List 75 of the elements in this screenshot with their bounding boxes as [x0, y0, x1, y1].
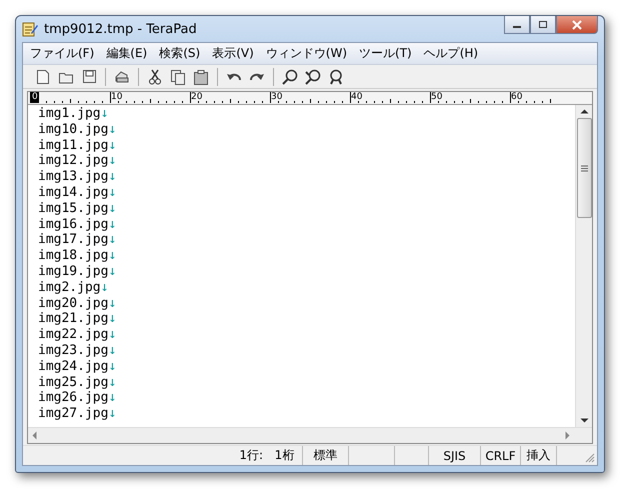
text-line: img19.jpg [38, 264, 108, 279]
line-position: 1行: [238, 447, 264, 464]
menu-item[interactable]: 検索(S) [154, 45, 206, 62]
text-line: img15.jpg [38, 200, 108, 216]
mode-indicator: 標準 [303, 446, 349, 465]
text-line: img11.jpg [38, 138, 108, 153]
ruler-number: 60 [511, 92, 522, 103]
text-line: img13.jpg [38, 169, 108, 184]
text-line: img2.jpg [38, 280, 101, 295]
minimize-button[interactable] [504, 16, 530, 34]
line-end-mark: ↓ [108, 169, 116, 184]
line-end-mark: ↓ [108, 232, 116, 248]
newline-indicator: CRLF [481, 446, 521, 465]
ruler-number: 10 [111, 92, 122, 103]
line-end-mark: ↓ [108, 184, 116, 200]
ruler-number: 20 [191, 92, 202, 103]
text-line: img21.jpg [38, 311, 108, 326]
line-end-mark: ↓ [108, 342, 116, 358]
line-end-mark: ↓ [108, 216, 116, 232]
window-title: tmp9012.tmp - TeraPad [44, 22, 197, 36]
text-line: img23.jpg [38, 342, 108, 358]
menu-item[interactable]: ヘルプ(H) [418, 45, 484, 62]
scroll-up-icon[interactable] [580, 109, 588, 114]
resize-grip-icon[interactable] [585, 453, 595, 463]
text-line: img22.jpg [38, 327, 108, 342]
line-end-mark: ↓ [100, 280, 108, 295]
text-line: img27.jpg [38, 406, 108, 422]
menu-item[interactable]: 表示(V) [207, 45, 259, 62]
text-line: img16.jpg [38, 216, 108, 232]
line-end-mark: ↓ [108, 296, 116, 311]
encoding-indicator: SJIS [429, 446, 481, 465]
line-end-mark: ↓ [108, 122, 116, 137]
line-end-mark: ↓ [108, 248, 116, 264]
scroll-right-icon[interactable] [565, 431, 570, 440]
ruler-number: 30 [271, 92, 282, 103]
line-end-mark: ↓ [108, 153, 116, 168]
scroll-down-icon[interactable] [580, 418, 588, 423]
horizontal-scrollbar[interactable] [28, 427, 592, 443]
line-end-mark: ↓ [108, 390, 116, 406]
line-end-mark: ↓ [108, 358, 116, 374]
text-line: img18.jpg [38, 248, 108, 264]
text-line: img17.jpg [38, 232, 108, 248]
line-end-mark: ↓ [100, 106, 108, 121]
ruler-number: 40 [351, 92, 362, 103]
text-line: img12.jpg [38, 153, 108, 168]
menu-item[interactable]: ツール(T) [354, 45, 417, 62]
scroll-left-icon[interactable] [32, 431, 37, 440]
maximize-button[interactable] [530, 16, 556, 34]
line-end-mark: ↓ [108, 311, 116, 326]
text-line: img26.jpg [38, 390, 108, 406]
input-mode-indicator: 挿入 [521, 446, 557, 465]
menu-item[interactable]: 編集(E) [101, 45, 152, 62]
scroll-thumb[interactable] [576, 118, 592, 218]
notepad-icon [22, 21, 38, 37]
menu-item[interactable]: ファイル(F) [25, 45, 100, 62]
text-line: img1.jpg [38, 106, 101, 121]
maximize-icon [538, 20, 548, 29]
line-end-mark: ↓ [108, 138, 116, 153]
text-line: img10.jpg [38, 122, 108, 137]
text-line: img14.jpg [38, 184, 108, 200]
close-icon [571, 20, 583, 30]
close-button[interactable] [556, 16, 598, 34]
menu-item[interactable]: ウィンドウ(W) [260, 45, 352, 62]
line-end-mark: ↓ [108, 200, 116, 216]
line-end-mark: ↓ [108, 327, 116, 342]
ruler-number: 0 [31, 92, 39, 103]
line-end-mark: ↓ [108, 264, 116, 279]
line-end-mark: ↓ [108, 406, 116, 422]
text-line: img25.jpg [38, 374, 108, 390]
ruler-number: 50 [431, 92, 442, 103]
vertical-scrollbar[interactable] [575, 105, 592, 427]
text-line: img24.jpg [38, 358, 108, 374]
column-position: 1桁 [267, 446, 303, 465]
text-line: img20.jpg [38, 296, 108, 311]
line-end-mark: ↓ [108, 374, 116, 390]
